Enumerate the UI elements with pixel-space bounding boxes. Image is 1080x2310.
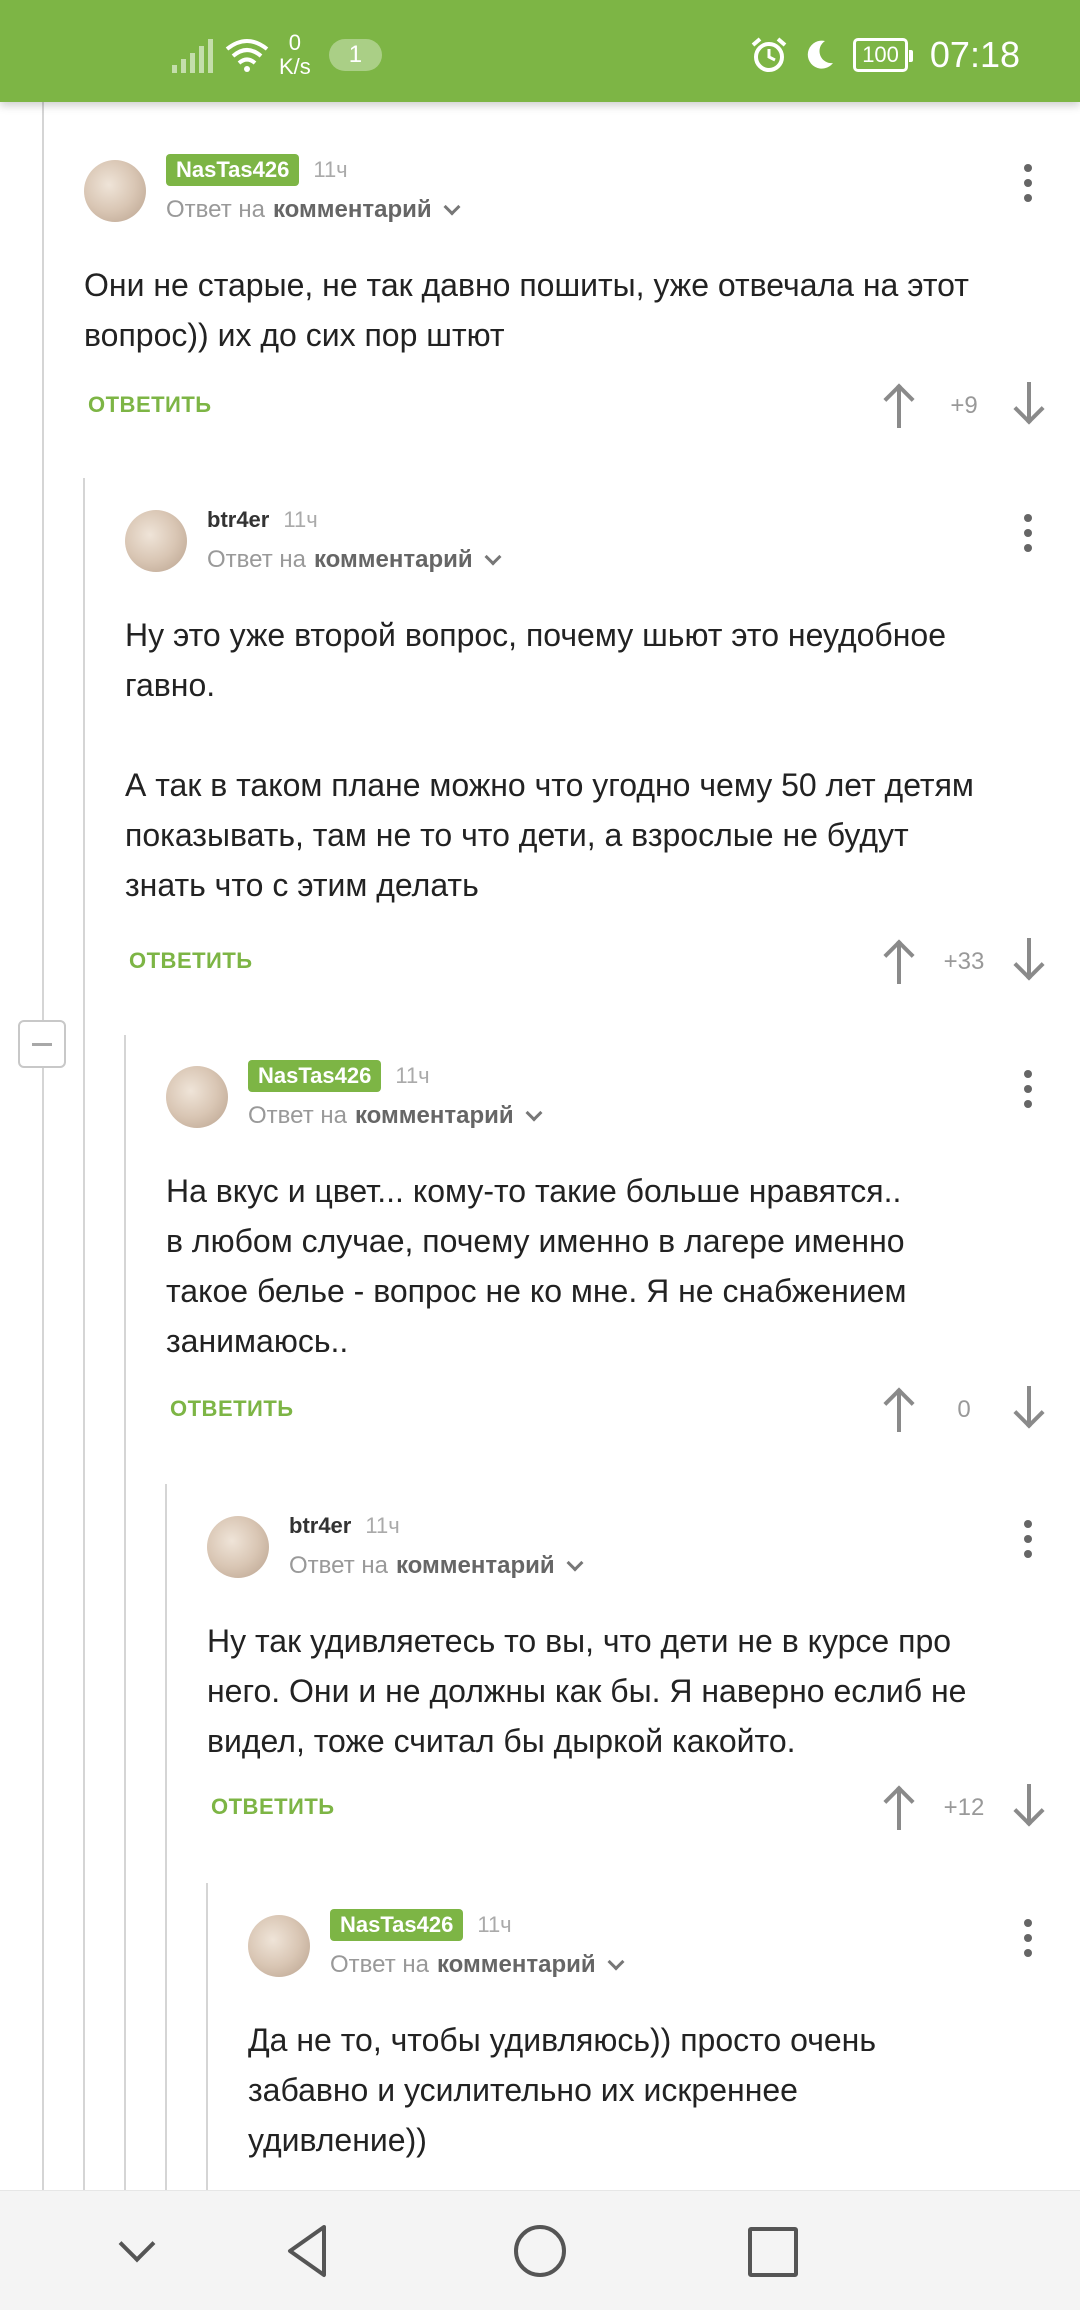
comment: NasTas426 11ч Ответ на комментарий Они не… <box>84 152 1080 472</box>
comment: btr4er 11ч Ответ на комментарий Ну так уд… <box>207 1508 1080 1858</box>
comment-text: Ну так удивляетесь то вы, что дети не в … <box>207 1623 967 1759</box>
comment: NasTas426 11ч Ответ на комментарий На вку… <box>166 1058 1080 1458</box>
vote-controls: 0 <box>883 1386 1045 1436</box>
avatar[interactable] <box>84 160 146 222</box>
comment-text: Они не старые, не так давно пошиты, уже … <box>84 267 969 353</box>
more-options-icon[interactable] <box>1022 164 1034 202</box>
reply-button[interactable]: ОТВЕТИТЬ <box>170 1396 294 1422</box>
comment-text: Ну это уже второй вопрос, почему шьют эт… <box>125 617 974 903</box>
status-right: 100 07:18 <box>749 30 1020 80</box>
vote-controls: +9 <box>883 382 1045 432</box>
more-options-icon[interactable] <box>1022 1919 1034 1957</box>
signal-icon <box>172 37 213 73</box>
timestamp: 11ч <box>283 507 318 532</box>
score: +9 <box>950 392 978 419</box>
score: 0 <box>957 1396 971 1423</box>
vote-controls: +33 <box>883 938 1045 988</box>
timestamp: 11ч <box>395 1063 430 1088</box>
score: +33 <box>943 948 985 975</box>
comment-text: На вкус и цвет... кому-то такие больше н… <box>166 1173 907 1359</box>
chevron-down-icon <box>607 1953 625 1971</box>
thread-line-3 <box>124 1035 126 2190</box>
thread-line-5 <box>206 1883 208 2190</box>
upvote-icon[interactable] <box>883 1386 915 1432</box>
comment: NasTas426 11ч Ответ на комментарий Да не … <box>248 1907 1080 2190</box>
downvote-icon[interactable] <box>1013 938 1045 984</box>
avatar[interactable] <box>166 1066 228 1128</box>
back-icon[interactable] <box>278 2221 338 2281</box>
thread-line-2 <box>83 478 85 2190</box>
avatar[interactable] <box>125 510 187 572</box>
comment-meta: NasTas426 11ч Ответ на комментарий <box>166 152 461 224</box>
chevron-down-icon <box>566 1554 584 1572</box>
recent-apps-icon[interactable] <box>742 2221 802 2281</box>
avatar[interactable] <box>207 1516 269 1578</box>
reply-button[interactable]: ОТВЕТИТЬ <box>88 392 212 418</box>
more-options-icon[interactable] <box>1022 1070 1034 1108</box>
comment-meta: NasTas426 11ч Ответ на комментарий <box>248 1058 543 1130</box>
reply-to[interactable]: Ответ на комментарий <box>166 196 461 224</box>
chevron-down-icon <box>484 548 502 566</box>
chevron-down-icon <box>525 1104 543 1122</box>
downvote-icon[interactable] <box>1013 1784 1045 1830</box>
wifi-icon <box>225 39 269 72</box>
username[interactable]: btr4er <box>289 1513 351 1539</box>
status-left: 0 K/s 1 <box>172 30 383 80</box>
timestamp: 11ч <box>477 1912 512 1937</box>
avatar[interactable] <box>248 1915 310 1977</box>
reply-to[interactable]: Ответ на комментарий <box>207 546 502 574</box>
comment: btr4er 11ч Ответ на комментарий Ну это уж… <box>125 502 1080 984</box>
chevron-down-icon <box>443 198 461 216</box>
more-options-icon[interactable] <box>1022 1520 1034 1558</box>
timestamp: 11ч <box>365 1513 400 1538</box>
username[interactable]: NasTas426 <box>166 154 300 186</box>
reply-to[interactable]: Ответ на комментарий <box>248 1102 543 1130</box>
comment-meta: btr4er 11ч Ответ на комментарий <box>207 502 502 574</box>
home-icon[interactable] <box>510 2221 570 2281</box>
vote-controls: +12 <box>883 1784 1045 1834</box>
battery-icon: 100 <box>853 38 913 72</box>
net-speed: 0 K/s <box>279 30 311 79</box>
reply-button[interactable]: ОТВЕТИТЬ <box>129 948 253 974</box>
thread-line-4 <box>165 1484 167 2190</box>
thread-line-1 <box>42 102 44 2190</box>
collapse-thread-button[interactable] <box>18 1020 66 1068</box>
username[interactable]: btr4er <box>207 507 269 533</box>
reply-to[interactable]: Ответ на комментарий <box>330 1951 625 1979</box>
hide-nav-icon[interactable] <box>106 2221 166 2281</box>
notification-badge: 1 <box>328 39 383 71</box>
navigation-bar <box>0 2190 1080 2310</box>
score: +12 <box>943 1794 985 1821</box>
downvote-icon[interactable] <box>1013 1386 1045 1432</box>
upvote-icon[interactable] <box>883 938 915 984</box>
upvote-icon[interactable] <box>883 1784 915 1830</box>
timestamp: 11ч <box>313 157 348 182</box>
reply-button[interactable]: ОТВЕТИТЬ <box>211 1794 335 1820</box>
clock: 07:18 <box>929 34 1020 75</box>
moon-icon <box>807 40 834 69</box>
username[interactable]: NasTas426 <box>330 1909 464 1941</box>
more-options-icon[interactable] <box>1022 514 1034 552</box>
reply-to[interactable]: Ответ на комментарий <box>289 1552 584 1580</box>
comment-meta: NasTas426 11ч Ответ на комментарий <box>330 1907 625 1979</box>
comment-meta: btr4er 11ч Ответ на комментарий <box>289 1508 584 1580</box>
status-bar: 0 K/s 1 100 07:18 <box>0 0 1080 102</box>
alarm-icon <box>751 37 787 72</box>
username[interactable]: NasTas426 <box>248 1060 382 1092</box>
comment-text: Да не то, чтобы удивляюсь)) просто очень… <box>248 2022 877 2158</box>
upvote-icon[interactable] <box>883 382 915 428</box>
downvote-icon[interactable] <box>1013 382 1045 428</box>
